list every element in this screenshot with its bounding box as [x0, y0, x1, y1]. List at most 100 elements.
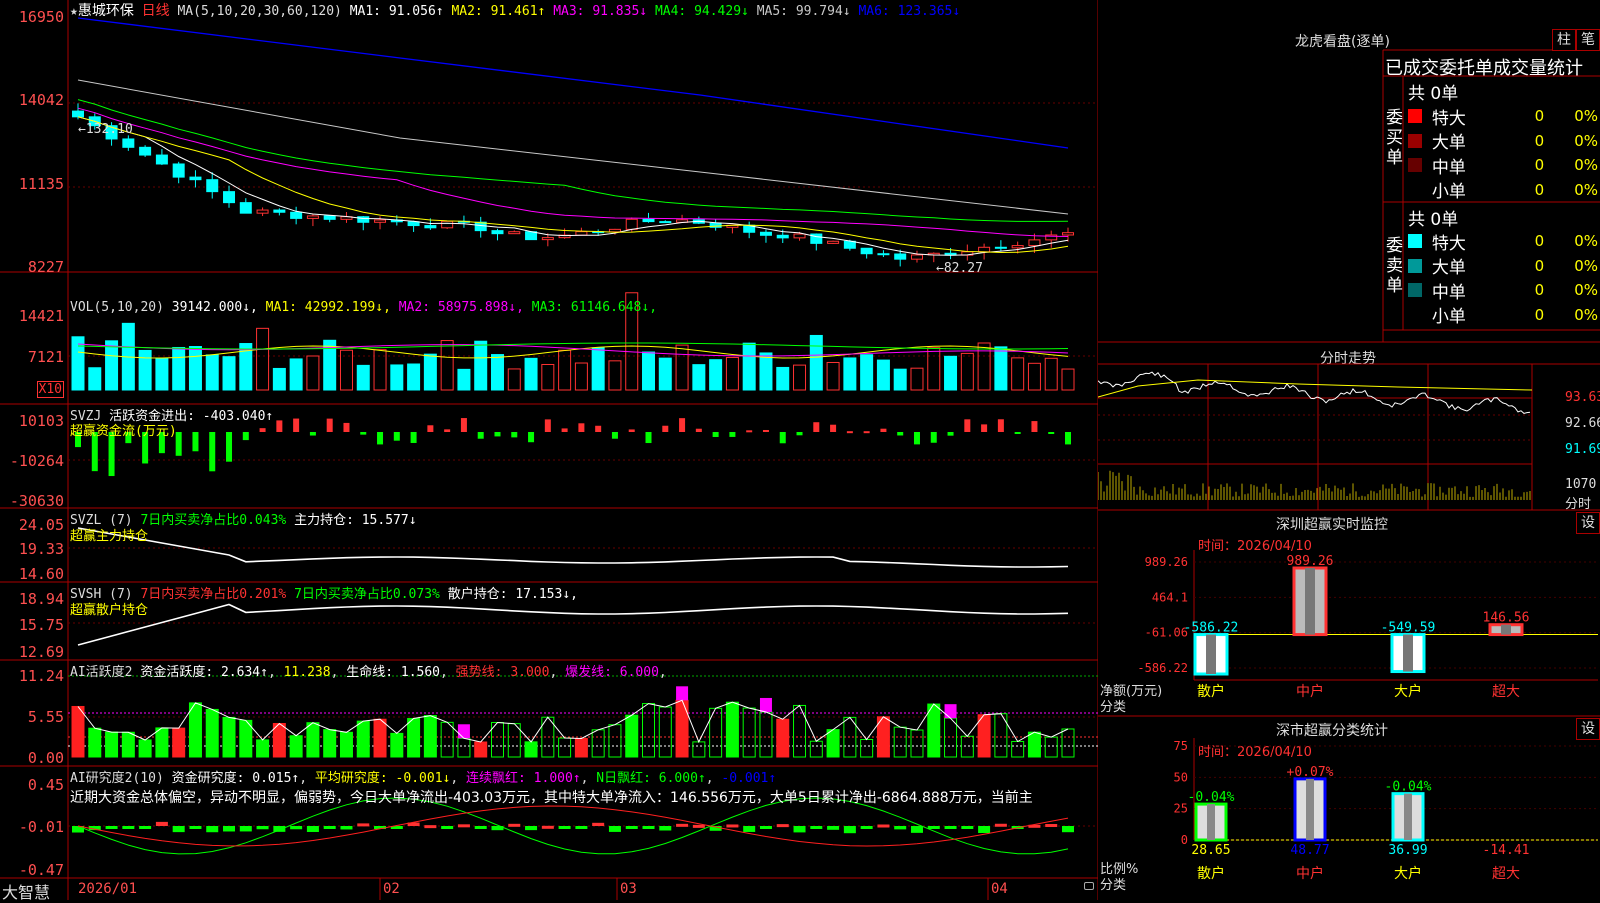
ai2-burst: 爆发线: 6.000: [565, 665, 659, 680]
volume-bar: [1061, 368, 1075, 391]
lock-icon[interactable]: [1084, 882, 1094, 890]
air-bar: [155, 821, 168, 826]
sell-total: 共 0单: [1408, 210, 1459, 230]
svzj-tick: 10103: [18, 412, 64, 430]
ai2-bar: [642, 703, 656, 758]
volume-bar: [977, 342, 991, 391]
air-bar: [122, 826, 135, 829]
cls-value: 48.77: [1290, 843, 1329, 858]
candle-body: [441, 220, 454, 229]
order-row: 小单 0 0%: [1408, 178, 1598, 202]
air-bar: [743, 826, 756, 832]
order-pct: 0%: [1574, 281, 1598, 300]
ai2-bar: [809, 740, 823, 758]
order-count: 0: [1534, 180, 1545, 199]
color-swatch: [1408, 234, 1422, 249]
candle-body: [139, 146, 152, 156]
svzj-bar: [913, 432, 920, 445]
ai2-bar: [725, 701, 739, 758]
tab-column[interactable]: 柱: [1552, 29, 1576, 51]
svzj-bar: [209, 432, 216, 472]
ai2-bar: [1061, 728, 1075, 758]
stock-name[interactable]: 惠城环保: [78, 3, 134, 19]
period-label[interactable]: 日线: [142, 3, 170, 19]
svzl-net: 7日内买卖净占比0.043%: [140, 513, 287, 528]
svzj-bar: [578, 423, 585, 432]
air-bar: [457, 824, 470, 828]
air-tick: -0.47: [18, 861, 64, 879]
candle-body: [223, 191, 236, 204]
lhb-title: 龙虎看盘(逐单): [1295, 34, 1390, 50]
air-bar: [525, 826, 538, 831]
buy-rows: 特大 0 0% 大单 0 0% 中单 0 0% 小单 0 0%: [1408, 104, 1598, 202]
cls-bar-shade: [1306, 778, 1314, 840]
main-chart-area[interactable]: ★惠城环保 日线 MA(5,10,20,30,60,120) MA1: 91.0…: [0, 0, 1098, 902]
svzj-bar: [259, 428, 266, 432]
svzj-bar: [226, 432, 233, 462]
candle-body: [155, 154, 168, 165]
order-pct: 0%: [1574, 180, 1598, 199]
fenshi-tick: 91.69: [1565, 442, 1600, 457]
air-bar: [659, 826, 672, 831]
ai2-bar: [188, 702, 202, 758]
volume-bar: [725, 356, 739, 391]
volume-bar: [591, 347, 605, 391]
volume-bar: [944, 355, 958, 391]
candle-body: [122, 138, 135, 148]
volume-bar: [423, 353, 437, 391]
fenshi-tick: 92.66: [1565, 416, 1600, 431]
air-bar: [759, 826, 772, 829]
right-panel: 龙虎看盘(逐单) 柱 笔 已成交委托单成交量统计 委买单 委卖单 共 0单 共 …: [1098, 0, 1600, 900]
air-streak: 连续飘红: 1.000↑: [466, 771, 581, 786]
fenshi-chart[interactable]: [1098, 342, 1600, 512]
cls-tick: 0: [1181, 833, 1188, 847]
volume-bar: [709, 359, 723, 391]
air-research: 资金研究度: 0.015↑: [171, 771, 300, 786]
ma-value: MA4: 94.429↓: [654, 4, 757, 19]
svzj-bar: [897, 432, 904, 436]
ai2-bar: [172, 727, 186, 758]
svzj-bar: [276, 420, 283, 432]
candle-body: [239, 202, 252, 214]
sz-realtime-xtitle: 分类: [1100, 700, 1127, 715]
brand-label: 大智慧: [2, 883, 51, 902]
candle-body: [273, 209, 286, 213]
svzj-bar: [242, 432, 249, 441]
cls-bar-shade: [1207, 804, 1215, 840]
order-row: 特大 0 0%: [1408, 104, 1598, 129]
time-tick: 04: [991, 881, 1008, 897]
svzj-bar: [947, 432, 954, 436]
star-icon[interactable]: ★: [70, 4, 78, 19]
air-tick: -0.01: [18, 818, 64, 836]
candle-body: [256, 209, 269, 214]
svzj-bar: [393, 432, 400, 441]
svzj-bar: [377, 432, 384, 445]
volume-bar: [658, 357, 672, 391]
fenshi-avg-line: [1098, 379, 1533, 398]
vol-ma-value: MA3: 61146.648↓,: [531, 300, 658, 315]
air-bar: [441, 826, 454, 829]
candle-body: [759, 231, 772, 236]
color-swatch: [1408, 307, 1422, 322]
air-bar: [424, 825, 437, 829]
cls-bar-shade: [1404, 793, 1412, 840]
air-bar: [357, 823, 370, 827]
cls-change: +0.07%: [1287, 765, 1334, 780]
rt-category: 超大: [1492, 684, 1520, 700]
tab-stroke[interactable]: 笔: [1576, 29, 1600, 51]
svzj-bar: [981, 424, 988, 432]
candle-body: [374, 219, 387, 223]
air-bar: [608, 826, 621, 832]
svzj-bar: [309, 432, 316, 436]
volume-bar: [155, 357, 169, 391]
volume-bar: [172, 346, 186, 391]
vol-unit[interactable]: X10: [36, 381, 64, 398]
ai2-bar: [1027, 731, 1041, 758]
volume-bar: [356, 364, 370, 391]
candle-body: [860, 247, 873, 255]
cls-category: 散户: [1197, 865, 1225, 882]
ai2-bar: [390, 732, 404, 758]
candle-body: [323, 215, 336, 220]
candle-body: [659, 221, 672, 224]
order-row: 中单 0 0%: [1408, 278, 1598, 303]
